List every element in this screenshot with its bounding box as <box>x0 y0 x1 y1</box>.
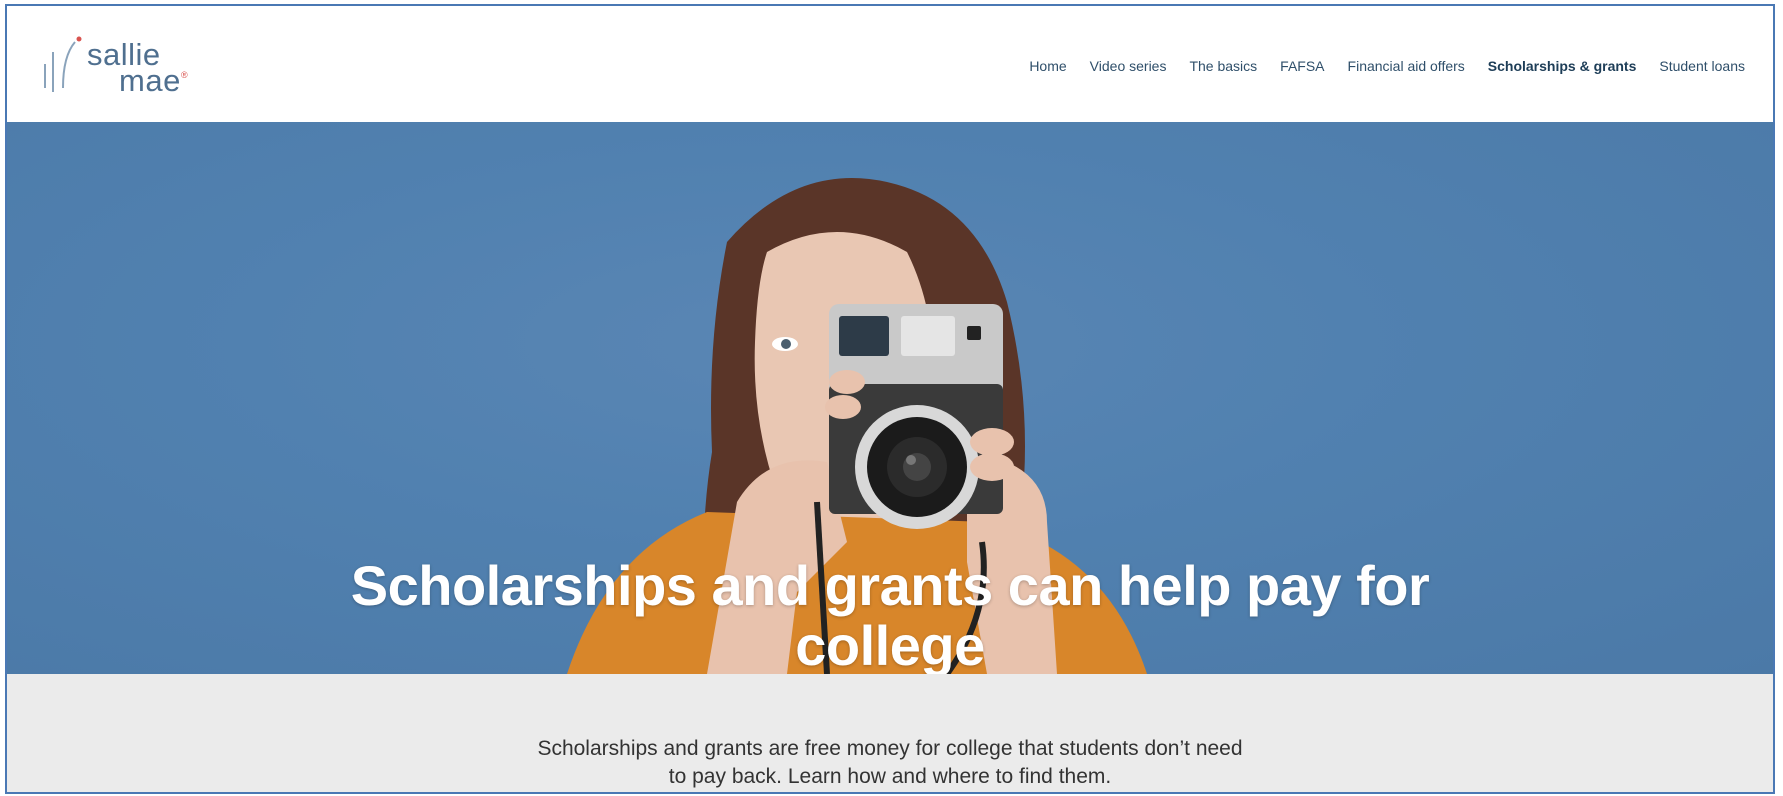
nav-item-student-loans[interactable]: Student loans <box>1659 58 1745 74</box>
nav-item-fafsa[interactable]: FAFSA <box>1280 58 1324 74</box>
intro-section: Scholarships and grants are free money f… <box>7 674 1773 792</box>
nav-item-video-series[interactable]: Video series <box>1090 58 1167 74</box>
logo-text-mae: mae <box>119 63 181 98</box>
page-frame: sallie mae ® Home Video series The basic… <box>5 4 1775 794</box>
intro-text: Scholarships and grants are free money f… <box>537 737 1243 788</box>
nav-item-the-basics[interactable]: The basics <box>1189 58 1257 74</box>
sallie-mae-logo[interactable]: sallie mae ® <box>37 30 207 102</box>
nav-item-financial-aid-offers[interactable]: Financial aid offers <box>1348 58 1465 74</box>
registered-mark: ® <box>181 70 188 80</box>
main-nav: Home Video series The basics FAFSA Finan… <box>1029 58 1745 74</box>
hero-banner: Scholarships and grants can help pay for… <box>7 122 1773 674</box>
site-header: sallie mae ® Home Video series The basic… <box>7 6 1773 122</box>
nav-item-home[interactable]: Home <box>1029 58 1066 74</box>
hero-title: Scholarships and grants can help pay for… <box>350 553 1430 674</box>
nav-item-scholarships-grants[interactable]: Scholarships & grants <box>1488 58 1637 74</box>
